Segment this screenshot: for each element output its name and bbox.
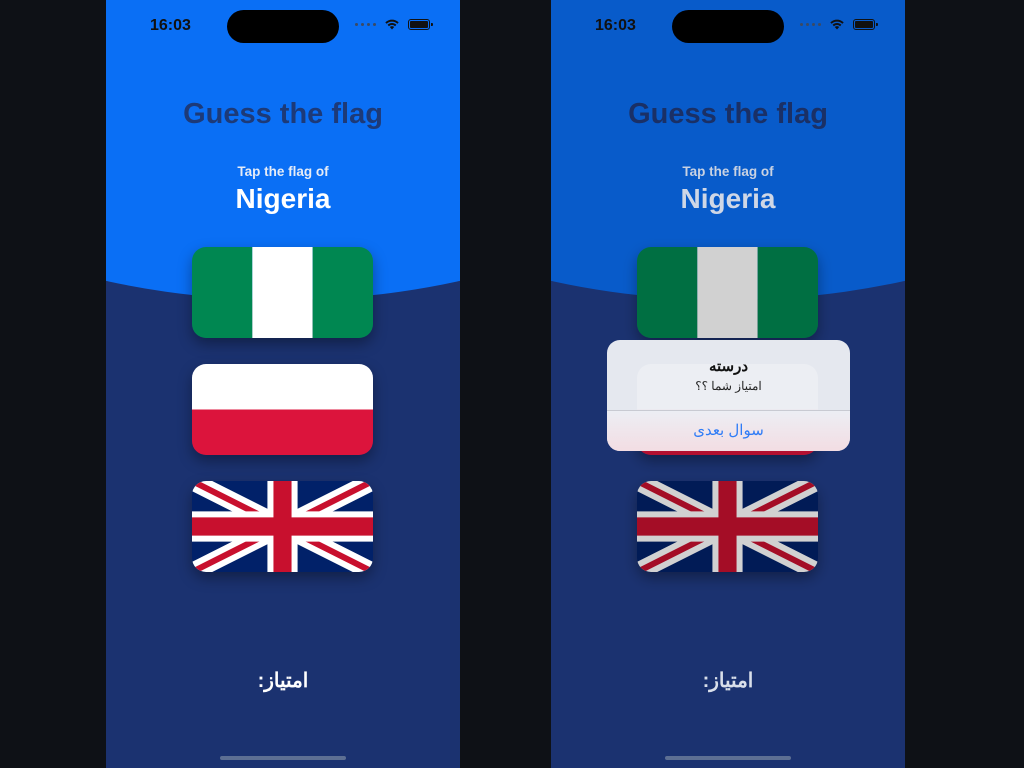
target-country: Nigeria [235, 183, 331, 214]
flag-button-united-kingdom[interactable] [637, 481, 818, 572]
home-indicator[interactable] [220, 756, 346, 760]
poland-flag-icon [192, 364, 373, 455]
status-time: 16:03 [150, 17, 191, 34]
home-indicator[interactable] [665, 756, 791, 760]
united-kingdom-flag-icon [192, 481, 373, 572]
nigeria-flag-icon [637, 247, 818, 338]
result-alert: درسته امتیاز شما ؟؟ سوال بعدی [607, 340, 850, 451]
wifi-icon [830, 19, 844, 30]
score-label: امتیاز: [257, 670, 309, 692]
nigeria-flag-icon [192, 247, 373, 338]
dynamic-island [672, 10, 784, 43]
score-label: امتیاز: [702, 670, 754, 692]
signal-dots-icon [800, 22, 821, 26]
page-title: Guess the flag [183, 98, 383, 130]
dynamic-island [227, 10, 339, 43]
prompt-label: Tap the flag of [682, 164, 774, 179]
status-icons [800, 18, 878, 30]
status-time: 16:03 [595, 17, 636, 34]
alert-message: امتیاز شما ؟؟ [695, 379, 762, 393]
united-kingdom-flag-icon [637, 481, 818, 572]
phone-screen-alert: 16:03 Guess the flag Tap the flag of Nig… [551, 0, 905, 768]
flag-button-poland[interactable] [192, 364, 373, 455]
flag-button-united-kingdom[interactable] [192, 481, 373, 572]
page-title: Guess the flag [628, 98, 828, 130]
prompt-label: Tap the flag of [237, 164, 329, 179]
battery-icon [853, 18, 878, 30]
battery-icon [408, 18, 433, 30]
alert-title: درسته [708, 358, 749, 375]
signal-dots-icon [355, 22, 376, 26]
flag-button-nigeria[interactable] [637, 247, 818, 338]
status-icons [355, 18, 433, 30]
target-country: Nigeria [680, 183, 776, 214]
next-question-button[interactable]: سوال بعدی [607, 411, 850, 451]
wifi-icon [385, 19, 399, 30]
phone-screen-game: 16:03 Guess the flag Tap the flag of Nig… [106, 0, 460, 768]
flag-button-nigeria[interactable] [192, 247, 373, 338]
